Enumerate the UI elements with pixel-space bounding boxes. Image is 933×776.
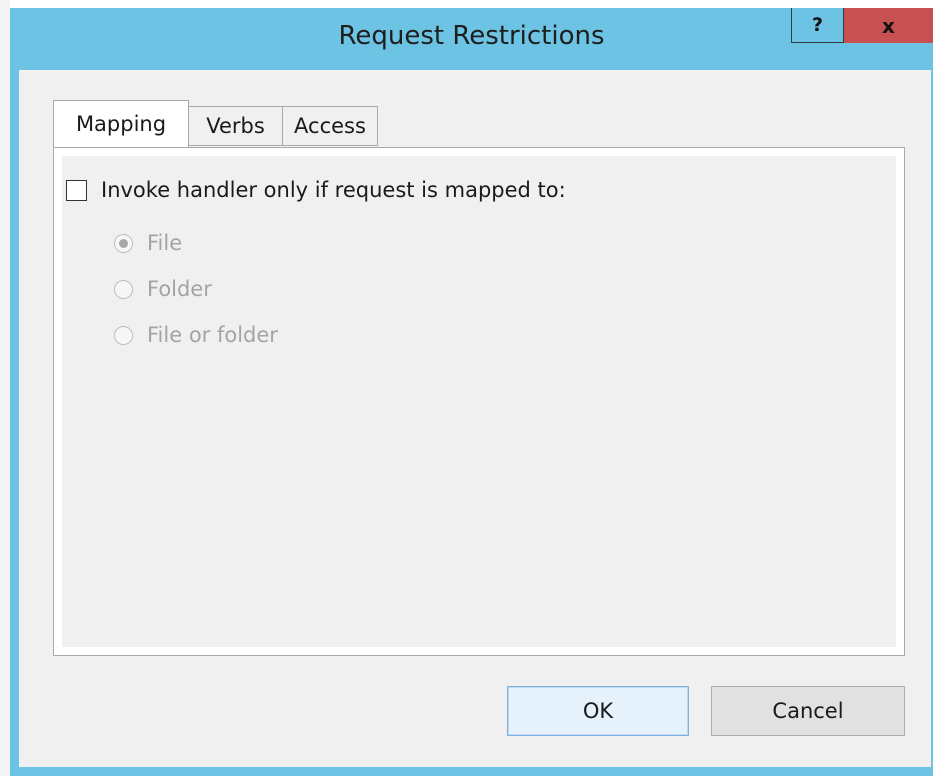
invoke-handler-option[interactable]: Invoke handler only if request is mapped… (66, 178, 566, 202)
radio-file-or-folder-button (114, 325, 133, 345)
tab-mapping[interactable]: Mapping (53, 100, 189, 147)
ok-button[interactable]: OK (507, 686, 689, 736)
radio-file-label: File (147, 231, 183, 255)
close-icon: x (882, 13, 895, 38)
tab-access[interactable]: Access (282, 106, 378, 146)
request-restrictions-dialog: Request Restrictions ? x Mapping Verbs A… (10, 8, 933, 776)
radio-folder: Folder (114, 277, 212, 301)
radio-file-button (114, 233, 133, 253)
title-bar[interactable]: Request Restrictions ? x (10, 8, 933, 70)
radio-file-or-folder-label: File or folder (147, 323, 278, 347)
radio-file-or-folder: File or folder (114, 323, 278, 347)
help-icon: ? (811, 14, 824, 36)
cancel-button[interactable]: Cancel (711, 686, 905, 736)
radio-file: File (114, 231, 182, 255)
mapping-panel-body (62, 156, 896, 647)
dialog-client-area: Mapping Verbs Access Invoke handler only… (19, 70, 931, 767)
mapping-tab-panel (53, 147, 905, 656)
invoke-handler-checkbox[interactable] (66, 179, 87, 201)
background-window-edge (0, 0, 10, 776)
radio-folder-label: Folder (147, 277, 212, 301)
radio-folder-button (114, 279, 133, 299)
tab-verbs[interactable]: Verbs (188, 106, 283, 146)
invoke-handler-label: Invoke handler only if request is mapped… (101, 178, 566, 202)
close-button[interactable]: x (844, 8, 933, 43)
help-button[interactable]: ? (791, 8, 844, 43)
